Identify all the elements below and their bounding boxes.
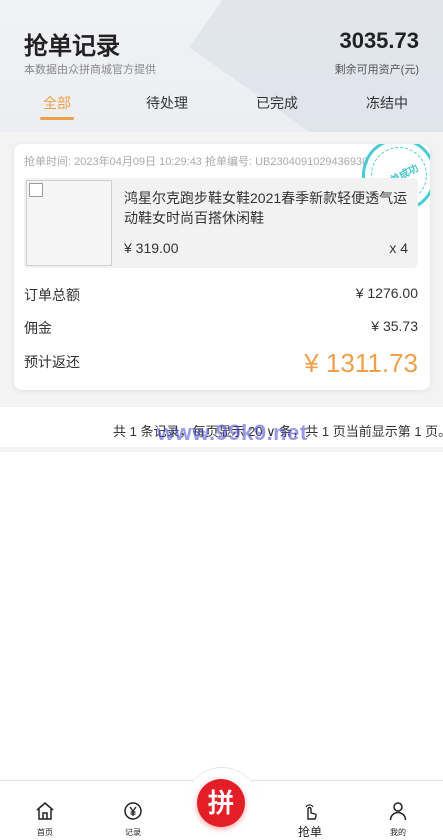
tab-completed[interactable]: 已完成 <box>232 92 322 126</box>
card-scallop-top <box>14 144 430 150</box>
status-tabs: 全部 待处理 已完成 冻结中 <box>0 92 443 126</box>
commission-row: 佣金 ¥ 35.73 <box>24 318 418 338</box>
commission-value: ¥ 35.73 <box>371 318 418 334</box>
nav-home[interactable]: 首页 <box>15 781 75 840</box>
nav-grab[interactable]: 抢单 <box>280 781 340 840</box>
available-balance-label: 剩余可用资产(元) <box>334 64 419 76</box>
broken-image-icon <box>29 183 43 197</box>
product-image <box>26 180 112 266</box>
empty-content-area <box>0 452 443 780</box>
user-icon <box>389 802 407 821</box>
product-name: 鸿星尔克跑步鞋女鞋2021春季新款轻便透气运动鞋女时尚百搭休闲鞋 <box>124 190 408 226</box>
product-box[interactable]: 鸿星尔克跑步鞋女鞋2021春季新款轻便透气运动鞋女时尚百搭休闲鞋 ¥ 319.0… <box>24 178 418 268</box>
tab-all[interactable]: 全部 <box>12 92 102 126</box>
product-price: ¥ 319.00 <box>124 240 179 256</box>
header: 抢单记录 本数据由众拼商城官方提供 3035.73 剩余可用资产(元) 全部 待… <box>0 0 443 132</box>
available-balance: 3035.73 <box>339 28 419 53</box>
watermark: www.99k9.net <box>157 420 308 445</box>
tab-pending[interactable]: 待处理 <box>122 92 212 126</box>
product-quantity: x 4 <box>389 240 408 256</box>
order-total-value: ¥ 1276.00 <box>355 285 418 301</box>
commission-label: 佣金 <box>24 320 52 336</box>
order-total-label: 订单总额 <box>24 287 80 303</box>
nav-records-label: 记录 <box>125 828 141 837</box>
nav-mine[interactable]: 我的 <box>368 781 428 840</box>
expected-return-label: 预计返还 <box>24 354 80 370</box>
order-meta: 抢单时间: 2023年04月09日 10:29:43 抢单编号: UB23040… <box>24 156 369 168</box>
center-pin-button[interactable]: 拼 <box>197 779 245 827</box>
nav-grab-label: 抢单 <box>297 825 322 839</box>
page-title: 抢单记录 <box>24 33 120 60</box>
tap-hand-icon <box>305 804 317 820</box>
card-scallop-bottom <box>14 384 430 390</box>
tab-frozen[interactable]: 冻结中 <box>342 92 432 126</box>
order-total-row: 订单总额 ¥ 1276.00 <box>24 285 418 305</box>
expected-return-value: ¥ 1311.73 <box>304 348 418 378</box>
yen-record-icon <box>124 802 142 820</box>
nav-records[interactable]: 记录 <box>103 781 163 840</box>
home-icon <box>36 802 54 820</box>
nav-home-label: 首页 <box>37 828 53 837</box>
order-card: 抢单时间: 2023年04月09日 10:29:43 抢单编号: UB23040… <box>14 144 430 390</box>
page-subtitle: 本数据由众拼商城官方提供 <box>24 64 156 76</box>
nav-mine-label: 我的 <box>390 828 406 837</box>
expected-return-row: 预计返还 ¥ 1311.73 <box>24 348 418 378</box>
